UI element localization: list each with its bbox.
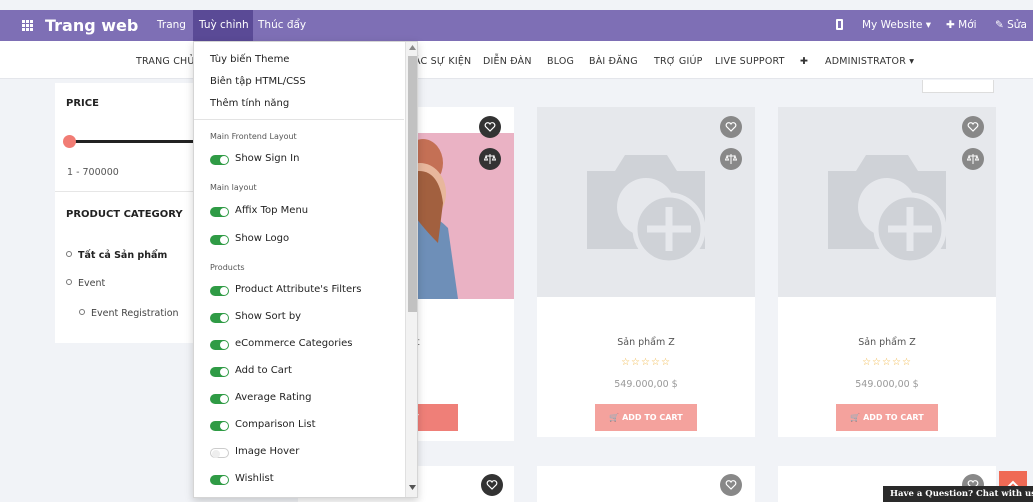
toggle-switch[interactable] xyxy=(210,421,229,431)
scrollbar-thumb[interactable] xyxy=(408,56,417,312)
menu-customize-theme[interactable]: Tùy biến Theme xyxy=(210,54,289,65)
nav-help[interactable]: TRỢ GIÚP xyxy=(654,56,703,67)
toggle-switch[interactable] xyxy=(210,313,229,323)
live-chat-bar[interactable]: Have a Question? Chat with us xyxy=(883,486,1033,502)
wishlist-heart-icon[interactable] xyxy=(720,474,742,496)
price-slider-handle[interactable] xyxy=(63,135,76,148)
nav-add[interactable]: ✚ xyxy=(800,56,808,67)
admin-topbar: Trang web Trang Tuỳ chỉnh Thúc đẩy My We… xyxy=(0,10,1033,41)
section-main-frontend-layout: Main Frontend Layout xyxy=(210,132,297,141)
product-image-placeholder xyxy=(778,107,996,297)
menu-trang[interactable]: Trang xyxy=(157,19,186,31)
product-name[interactable]: Sản phẩm Z xyxy=(778,337,996,348)
price-title: PRICE xyxy=(66,98,99,109)
category-title: PRODUCT CATEGORY xyxy=(66,209,183,220)
nav-posts[interactable]: BÀI ĐĂNG xyxy=(589,56,638,67)
toggle-switch[interactable] xyxy=(210,286,229,296)
toggle-switch[interactable] xyxy=(210,367,229,377)
toggle-label[interactable]: Add to Cart xyxy=(235,365,292,376)
wishlist-heart-icon[interactable] xyxy=(962,116,984,138)
compare-scale-icon[interactable] xyxy=(962,148,984,170)
camera-plus-icon xyxy=(828,155,947,261)
rating-stars: ☆☆☆☆☆ xyxy=(621,357,671,368)
compare-scale-icon[interactable] xyxy=(479,148,501,170)
customize-dropdown-menu: Tùy biến Theme Biên tập HTML/CSS Thêm tí… xyxy=(193,41,418,498)
product-name[interactable]: Sản phẩm Z xyxy=(537,337,755,348)
toggle-label[interactable]: Wishlist xyxy=(235,473,274,484)
divider xyxy=(194,119,404,120)
toggle-label[interactable]: eCommerce Categories xyxy=(235,338,353,349)
toggle-switch[interactable] xyxy=(210,394,229,404)
dropdown-scrollbar[interactable] xyxy=(405,42,417,497)
scroll-down-arrow-icon[interactable] xyxy=(409,485,416,490)
toggle-switch[interactable] xyxy=(210,448,229,458)
nav-events[interactable]: ÁC SỰ KIỆN xyxy=(414,56,471,67)
nav-forum[interactable]: DIỄN ĐÀN xyxy=(483,56,532,67)
toggle-label[interactable]: Product Attribute's Filters xyxy=(235,284,361,295)
camera-plus-icon xyxy=(587,155,706,261)
toggle-label[interactable]: Show Sort by xyxy=(235,311,301,322)
brand-title[interactable]: Trang web xyxy=(45,16,138,35)
menu-thuc-day[interactable]: Thúc đẩy xyxy=(258,19,306,31)
website-switcher[interactable]: My Website ▾ xyxy=(862,19,931,31)
rating-stars: ☆☆☆☆☆ xyxy=(862,357,912,368)
sort-dropdown[interactable] xyxy=(922,80,994,93)
wishlist-heart-icon[interactable] xyxy=(720,116,742,138)
toggle-switch[interactable] xyxy=(210,475,229,485)
add-to-cart-button[interactable]: 🛒 ADD TO CART xyxy=(595,404,697,431)
toggle-label[interactable]: Image Hover xyxy=(235,446,299,457)
edit-button[interactable]: ✎ Sửa xyxy=(995,19,1027,31)
nav-blog[interactable]: BLOG xyxy=(547,56,574,67)
filter-panel: PRICE 1 - 700000 PRODUCT CATEGORY Tất cả… xyxy=(55,83,208,343)
category-event-registration[interactable]: Event Registration xyxy=(79,308,179,319)
new-button[interactable]: ✚ Mới xyxy=(946,19,977,31)
nav-home[interactable]: TRANG CHỦ xyxy=(136,56,195,67)
product-price: 549.000,00 $ xyxy=(614,379,678,390)
product-card[interactable] xyxy=(537,466,755,502)
wishlist-heart-icon[interactable] xyxy=(479,116,501,138)
product-price: 549.000,00 $ xyxy=(855,379,919,390)
toggle-label[interactable]: Show Logo xyxy=(235,233,289,244)
toggle-switch[interactable] xyxy=(210,235,229,245)
add-to-cart-button[interactable]: 🛒 ADD TO CART xyxy=(836,404,938,431)
menu-add-features[interactable]: Thêm tính năng xyxy=(210,98,289,109)
toggle-label[interactable]: Show Sign In xyxy=(235,153,299,164)
compare-scale-icon[interactable] xyxy=(720,148,742,170)
menu-edit-html-css[interactable]: Biên tập HTML/CSS xyxy=(210,76,306,87)
product-image-placeholder xyxy=(537,107,755,297)
product-card[interactable]: Sản phẩm Z ☆☆☆☆☆ 549.000,00 $ 🛒 ADD TO C… xyxy=(778,107,996,437)
nav-live-support[interactable]: LIVE SUPPORT xyxy=(715,56,785,67)
scroll-up-arrow-icon[interactable] xyxy=(409,45,416,50)
price-slider-track[interactable] xyxy=(68,140,208,143)
price-range: 1 - 700000 xyxy=(67,167,119,178)
section-products: Products xyxy=(210,263,245,272)
apps-grid-icon[interactable] xyxy=(22,20,34,31)
category-all[interactable]: Tất cả Sản phẩm xyxy=(66,250,167,261)
section-main-layout: Main layout xyxy=(210,183,257,192)
toggle-switch[interactable] xyxy=(210,340,229,350)
toggle-label[interactable]: Affix Top Menu xyxy=(235,205,308,216)
category-event[interactable]: Event xyxy=(66,278,105,289)
divider xyxy=(55,191,205,192)
nav-administrator[interactable]: ADMINISTRATOR ▾ xyxy=(825,56,914,67)
menu-tuy-chinh[interactable]: Tuỳ chỉnh xyxy=(199,19,249,31)
site-navbar: TRANG CHỦ ÁC SỰ KIỆN DIỄN ĐÀN BLOG BÀI Đ… xyxy=(0,41,1033,79)
toggle-switch[interactable] xyxy=(210,207,229,217)
toggle-label[interactable]: Comparison List xyxy=(235,419,316,430)
mobile-preview-icon[interactable] xyxy=(836,19,843,30)
product-card[interactable]: Sản phẩm Z ☆☆☆☆☆ 549.000,00 $ 🛒 ADD TO C… xyxy=(537,107,755,437)
toggle-switch[interactable] xyxy=(210,155,229,165)
wishlist-heart-icon[interactable] xyxy=(481,474,503,496)
toggle-label[interactable]: Average Rating xyxy=(235,392,311,403)
